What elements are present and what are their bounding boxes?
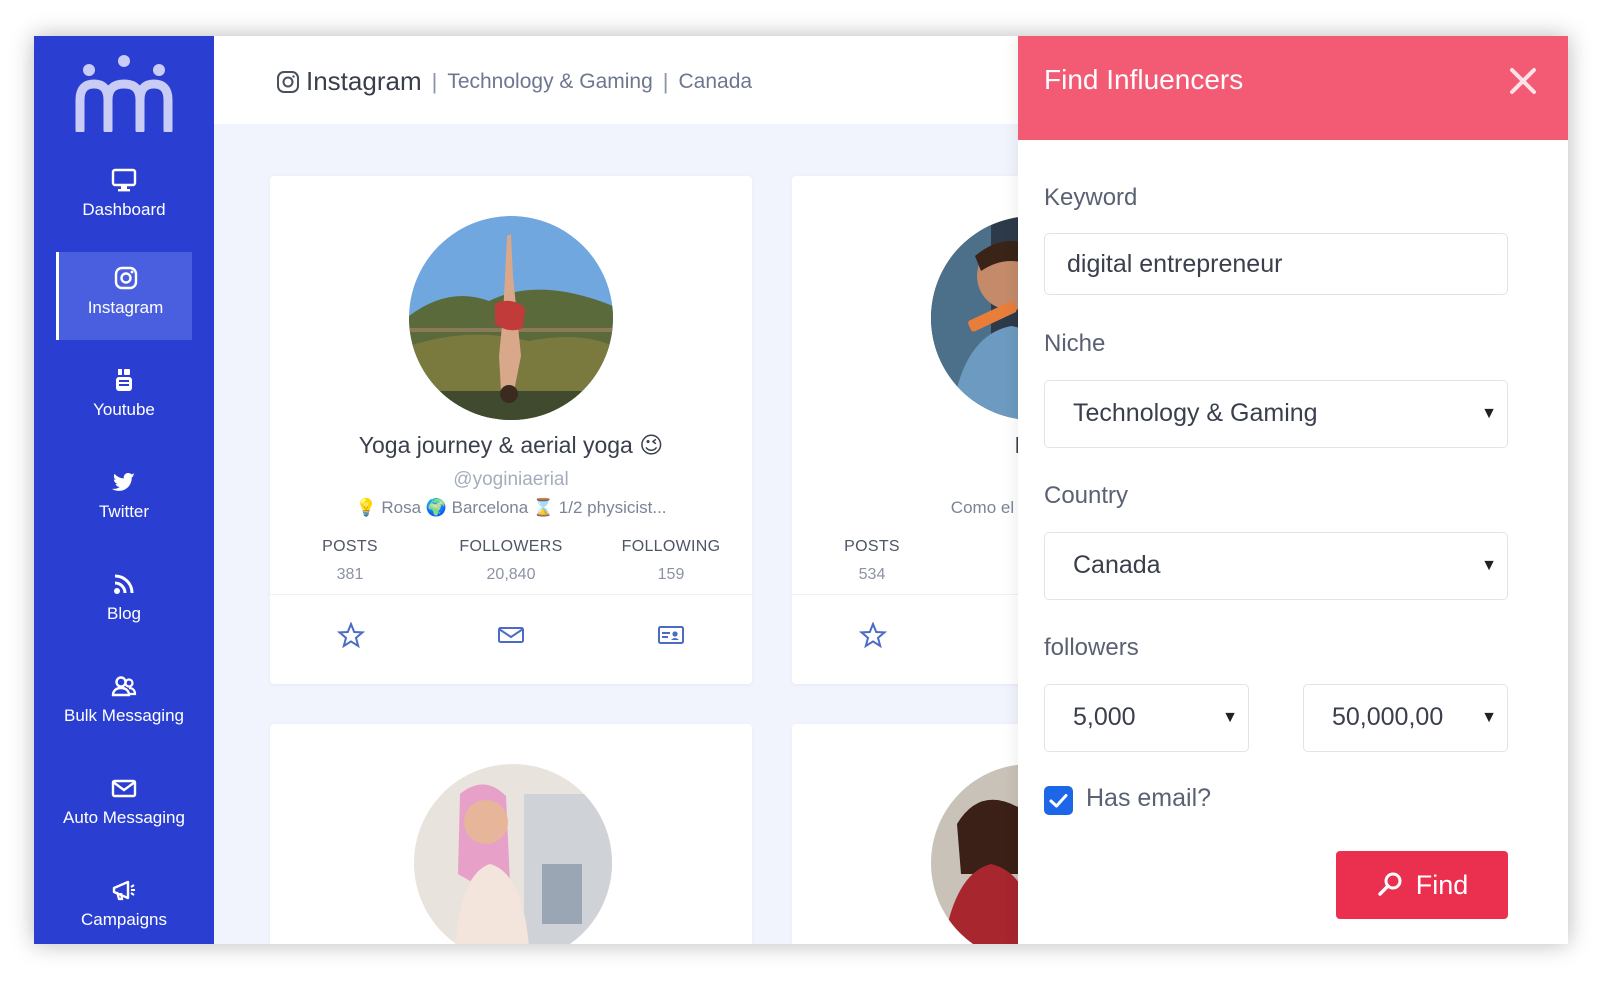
brand-logo xyxy=(75,55,173,132)
panel-header: Find Influencers xyxy=(1018,36,1568,140)
twitter-icon xyxy=(112,473,135,491)
sidebar-item-label: Twitter xyxy=(98,502,150,521)
chevron-down-icon: ▼ xyxy=(1481,405,1497,422)
influencer-name: Yoga journey & aerial yoga 😉 xyxy=(358,432,664,458)
influencer-handle[interactable]: @yoginiaerial xyxy=(270,469,752,491)
star-icon[interactable] xyxy=(337,622,365,648)
sidebar-item-campaigns[interactable]: Campaigns xyxy=(56,864,192,944)
instagram-icon xyxy=(277,70,299,93)
followers-label: followers xyxy=(1044,634,1139,661)
instagram-icon xyxy=(114,266,137,290)
has-email-checkbox[interactable] xyxy=(1044,786,1073,815)
breadcrumb-niche: Technology & Gaming xyxy=(447,69,653,93)
avatar-photo xyxy=(414,764,612,944)
breadcrumb-separator: | xyxy=(431,68,438,94)
breadcrumb: Instagram | Technology & Gaming | Canada xyxy=(276,66,752,97)
chevron-down-icon: ▼ xyxy=(1222,709,1238,726)
breadcrumb-country: Canada xyxy=(678,69,753,93)
search-icon xyxy=(1378,872,1402,896)
avatar[interactable] xyxy=(414,764,612,944)
checkmark-icon xyxy=(1049,794,1068,808)
followers-min-value: 5,000 xyxy=(1073,703,1136,731)
page-title: Instagram xyxy=(306,66,422,96)
app-window: Dashboard Instagram Youtube Twitter Blog… xyxy=(34,36,1568,944)
megaphone-icon xyxy=(112,880,135,901)
stat-posts: POSTS 534 xyxy=(792,538,952,584)
followers-max-value: 50,000,00 xyxy=(1332,703,1444,731)
envelope-icon[interactable] xyxy=(497,622,525,648)
has-email-label[interactable]: Has email? xyxy=(1086,784,1211,813)
youtube-icon xyxy=(116,369,132,391)
stat-posts: POSTS 381 xyxy=(270,538,430,584)
sidebar-item-label: Youtube xyxy=(93,400,155,419)
niche-select[interactable]: Technology & Gaming ▼ xyxy=(1044,380,1508,448)
panel-title: Find Influencers xyxy=(1044,64,1244,95)
breadcrumb-separator: | xyxy=(662,68,669,94)
id-card-icon[interactable] xyxy=(657,622,685,648)
sidebar-item-blog[interactable]: Blog xyxy=(56,558,192,646)
envelope-icon xyxy=(111,779,137,798)
sidebar-item-label: Campaigns xyxy=(81,910,167,929)
stat-label: POSTS xyxy=(322,538,378,555)
sidebar-item-youtube[interactable]: Youtube xyxy=(56,354,192,442)
sidebar-item-label: Instagram xyxy=(87,298,164,317)
country-label: Country xyxy=(1044,482,1129,509)
keyword-label: Keyword xyxy=(1044,184,1138,211)
find-influencers-panel: Find Influencers Keyword Niche Technolog… xyxy=(1018,36,1568,944)
niche-label: Niche xyxy=(1044,330,1106,357)
sidebar: Dashboard Instagram Youtube Twitter Blog… xyxy=(34,36,214,944)
close-icon[interactable] xyxy=(1506,64,1540,98)
rss-icon xyxy=(114,574,134,594)
sidebar-item-label: Dashboard xyxy=(82,200,166,219)
stat-value: 381 xyxy=(336,566,364,583)
stat-value: 20,840 xyxy=(486,566,536,583)
stat-value: 159 xyxy=(657,566,685,583)
users-icon xyxy=(111,676,137,697)
followers-min-select[interactable]: 5,000 ▼ xyxy=(1044,684,1249,752)
influencer-bio: 💡 Rosa 🌍 Barcelona ⌛ 1/2 physicist... xyxy=(355,498,667,517)
sidebar-item-twitter[interactable]: Twitter xyxy=(56,456,192,544)
stat-label: FOLLOWING xyxy=(621,538,721,555)
sidebar-item-bulk-messaging[interactable]: Bulk Messaging xyxy=(56,660,192,748)
sidebar-item-label: Blog xyxy=(106,604,142,623)
influencer-card[interactable] xyxy=(270,724,752,944)
stat-following: FOLLOWING 159 xyxy=(591,538,751,584)
sidebar-item-auto-messaging[interactable]: Auto Messaging xyxy=(56,762,192,850)
sidebar-item-label: Bulk Messaging xyxy=(63,706,184,725)
stat-value: 534 xyxy=(858,566,886,583)
monitor-icon xyxy=(111,168,137,192)
chevron-down-icon: ▼ xyxy=(1481,557,1497,574)
sidebar-item-dashboard[interactable]: Dashboard xyxy=(56,154,192,242)
avatar[interactable] xyxy=(409,216,613,420)
find-button-label: Find xyxy=(1415,869,1469,900)
country-value: Canada xyxy=(1073,551,1161,579)
country-select[interactable]: Canada ▼ xyxy=(1044,532,1508,600)
find-button[interactable]: Find xyxy=(1336,851,1508,919)
stat-followers: FOLLOWERS 20,840 xyxy=(431,538,591,584)
stat-label: FOLLOWERS xyxy=(459,538,563,555)
sidebar-item-instagram[interactable]: Instagram xyxy=(56,252,192,340)
avatar-photo xyxy=(409,216,613,420)
star-icon[interactable] xyxy=(859,622,887,648)
niche-value: Technology & Gaming xyxy=(1073,399,1318,427)
chevron-down-icon: ▼ xyxy=(1481,709,1497,726)
influencer-card[interactable]: Yoga journey & aerial yoga 😉 @yoginiaeri… xyxy=(270,176,752,684)
sidebar-item-label: Auto Messaging xyxy=(63,808,185,827)
followers-max-select[interactable]: 50,000,00 ▼ xyxy=(1303,684,1508,752)
keyword-input[interactable] xyxy=(1044,233,1508,295)
divider xyxy=(270,594,752,595)
stat-label: POSTS xyxy=(844,538,900,555)
